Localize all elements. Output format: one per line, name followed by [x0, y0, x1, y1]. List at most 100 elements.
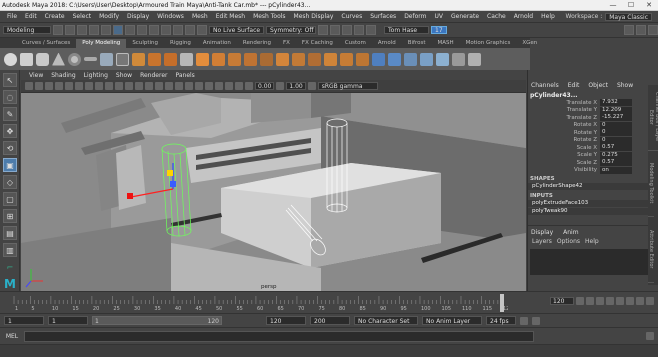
ipr-render-icon[interactable] [330, 25, 340, 35]
script-editor-icon[interactable] [646, 332, 654, 340]
attr-value[interactable]: 0.275 [600, 151, 632, 159]
tab-arnold[interactable]: Arnold [372, 39, 402, 48]
current-frame-field[interactable]: 120 [550, 297, 574, 305]
channel-box-tab-show[interactable]: Show [617, 82, 633, 89]
tab-fx[interactable]: FX [277, 39, 296, 48]
sew-uv-icon[interactable] [436, 52, 449, 66]
render-frame-icon[interactable] [318, 25, 328, 35]
platonic-solid-icon[interactable] [116, 52, 129, 66]
undo-icon[interactable] [89, 25, 99, 35]
poly-cube-icon[interactable] [20, 52, 33, 66]
tab-xgen[interactable]: XGen [516, 39, 543, 48]
side-tab-modeling-toolkit[interactable]: Modeling Toolkit [648, 151, 654, 217]
boolean-icon[interactable] [180, 52, 193, 66]
close-button[interactable]: ✕ [640, 1, 658, 9]
fps-dropdown[interactable]: 24 fps [486, 316, 516, 325]
minimize-button[interactable]: — [604, 1, 622, 9]
cut-uv-icon[interactable] [420, 52, 433, 66]
rotate-tool-icon[interactable]: ⟲ [3, 141, 17, 155]
time-slider[interactable]: 1 5 10 15 20 25 30 35 40 45 50 55 60 65 70 75 80 85 90 95 10… [0, 291, 658, 313]
poly-torus-icon[interactable] [68, 52, 81, 66]
poly-sphere-icon[interactable] [4, 52, 17, 66]
graph-layout-icon[interactable]: ▥ [3, 243, 17, 257]
tab-sculpting[interactable]: Sculpting [126, 39, 164, 48]
auto-key-icon[interactable] [520, 316, 528, 325]
extrude-icon[interactable] [212, 52, 225, 66]
isolate-select-icon[interactable] [215, 82, 223, 90]
lasso-tool-icon[interactable]: ◌ [3, 90, 17, 104]
maximize-button[interactable]: ☐ [622, 1, 640, 9]
anti-aliasing-icon[interactable] [205, 82, 213, 90]
step-back-key-icon[interactable] [586, 297, 594, 305]
animation-start-field[interactable]: 1 [4, 316, 44, 325]
range-slider[interactable]: 1 120 [92, 316, 222, 325]
tab-rigging[interactable]: Rigging [164, 39, 197, 48]
tab-poly-modeling[interactable]: Poly Modeling [76, 39, 127, 48]
menu-mesh-display[interactable]: Mesh Display [290, 13, 338, 20]
menu-edit[interactable]: Edit [21, 13, 41, 20]
layer-menu-layers[interactable]: Layers [532, 238, 552, 245]
channel-box-tab-edit[interactable]: Edit [568, 82, 580, 89]
merge-icon[interactable] [324, 52, 337, 66]
grid-toggle-icon[interactable] [55, 82, 63, 90]
anim-layer-dropdown[interactable]: No Anim Layer [422, 316, 482, 325]
user-account-dropdown[interactable]: Tom Hase [384, 26, 429, 34]
channel-box-tab-object[interactable]: Object [588, 82, 608, 89]
xray-icon[interactable] [225, 82, 233, 90]
channel-box-tab-channels[interactable]: Channels [531, 82, 559, 89]
menu-deform[interactable]: Deform [400, 13, 430, 20]
redo-icon[interactable] [101, 25, 111, 35]
poly-cylinder-icon[interactable] [36, 52, 49, 66]
paint-select-icon[interactable]: ✎ [3, 107, 17, 121]
four-view-layout-icon[interactable]: ⊞ [3, 209, 17, 223]
snap-view-icon[interactable] [185, 25, 195, 35]
tab-animation[interactable]: Animation [197, 39, 237, 48]
tab-curves-surfaces[interactable]: Curves / Surfaces [16, 39, 76, 48]
command-input[interactable] [24, 330, 534, 342]
menu-arnold[interactable]: Arnold [510, 13, 537, 20]
select-object-icon[interactable] [125, 25, 135, 35]
menu-mesh[interactable]: Mesh [188, 13, 212, 20]
poly-disc-icon[interactable] [100, 52, 113, 66]
play-backwards-icon[interactable] [606, 297, 614, 305]
wireframe-icon[interactable] [125, 82, 133, 90]
menu-display[interactable]: Display [123, 13, 153, 20]
exposure-field[interactable]: 0.00 [255, 82, 275, 90]
menu-select[interactable]: Select [69, 13, 96, 20]
attr-value[interactable]: 12.209 [600, 106, 632, 114]
animation-prefs-icon[interactable] [532, 316, 540, 325]
attr-row[interactable]: Visibility on [528, 166, 658, 175]
attr-row[interactable]: Translate Y 12.209 [528, 106, 658, 115]
attr-row[interactable]: Scale X 0.57 [528, 144, 658, 152]
perspective-viewport[interactable]: persp [21, 93, 526, 291]
poly-plane-icon[interactable] [84, 57, 97, 61]
use-all-lights-icon[interactable] [165, 82, 173, 90]
menu-modify[interactable]: Modify [95, 13, 123, 20]
view-transform-dropdown[interactable]: sRGB gamma [317, 82, 378, 90]
notification-badge[interactable]: 17 [431, 26, 447, 34]
color-management-icon[interactable] [307, 82, 316, 90]
layer-menu-options[interactable]: Options [557, 238, 580, 245]
menu-file[interactable]: File [3, 13, 21, 20]
playback-start-field[interactable]: 1 [48, 316, 88, 325]
new-scene-icon[interactable] [53, 25, 63, 35]
safe-title-icon[interactable] [115, 82, 123, 90]
smooth-icon[interactable] [164, 52, 177, 66]
combine-icon[interactable] [132, 52, 145, 66]
separate-icon[interactable] [148, 52, 161, 66]
fill-hole-icon[interactable] [260, 52, 273, 66]
menu-mesh-tools[interactable]: Mesh Tools [249, 13, 289, 20]
select-hierarchy-icon[interactable] [113, 25, 123, 35]
save-scene-icon[interactable] [77, 25, 87, 35]
xray-joints-icon[interactable] [235, 82, 243, 90]
layout-uv-icon[interactable] [468, 52, 481, 66]
panel-menu-renderer[interactable]: Renderer [136, 72, 171, 79]
menu-edit-mesh[interactable]: Edit Mesh [212, 13, 249, 20]
tab-motion-graphics[interactable]: Motion Graphics [460, 39, 517, 48]
animation-end-field[interactable]: 200 [310, 316, 350, 325]
attr-value[interactable]: 0 [600, 136, 632, 144]
camera-attributes-icon[interactable] [25, 82, 33, 90]
resolution-gate-icon[interactable] [75, 82, 83, 90]
attr-row[interactable]: Translate X 7.932 [528, 99, 658, 107]
snap-curve-icon[interactable] [161, 25, 171, 35]
